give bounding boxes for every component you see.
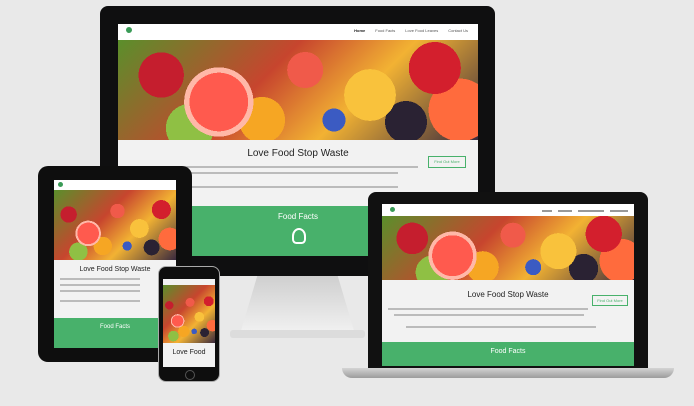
monitor-stand [240,276,355,334]
hero-image [163,285,215,343]
laptop-intro-line [406,326,596,328]
laptop-cta-button[interactable]: Find Out More [592,295,628,306]
monitor-intro-line [188,186,398,188]
laptop: Love Food Stop Waste Find Out More Food … [368,192,648,368]
laptop-screen: Love Food Stop Waste Find Out More Food … [382,204,634,366]
nav-love-food-leaves-link[interactable]: Love Food Leaves [405,28,438,33]
hero-image [382,216,634,280]
laptop-hero-title: Love Food Stop Waste [467,290,549,299]
leaf-logo-icon[interactable] [58,182,63,187]
nav-link[interactable] [578,210,604,212]
tablet-intro-line [60,290,140,292]
nav-link[interactable] [610,210,628,212]
monitor-hero-title: Love Food Stop Waste [247,148,349,159]
monitor-intro-line [178,166,418,168]
monitor-intro-line [188,172,398,174]
hero-image [118,40,478,140]
nav-food-facts-link[interactable]: Food Facts [375,28,395,33]
monitor-cta-button[interactable]: Find Out More [428,156,466,168]
tablet-intro-line [60,278,140,280]
phone-hero-title: Love Food [172,349,206,356]
phone-home-button[interactable] [185,370,195,380]
phone-screen: Love Food [163,279,215,367]
nav-link[interactable] [558,210,572,212]
nav-link[interactable] [542,210,552,212]
laptop-section-title: Food Facts [490,348,526,355]
laptop-navbar [382,204,634,216]
leaf-logo-icon[interactable] [390,207,395,212]
tablet-intro-line [60,284,140,286]
laptop-intro-line [394,314,584,316]
phone: Love Food [158,266,220,382]
nav-contact-link[interactable]: Contact Us [448,28,468,33]
hero-image [54,190,176,260]
monitor-navbar: Home Food Facts Love Food Leaves Contact… [118,24,478,40]
monitor-base [230,330,365,338]
tablet-intro-line [60,300,140,302]
tablet-navbar [54,180,176,190]
bulb-icon [292,228,306,244]
nav-home-link[interactable]: Home [354,28,365,33]
laptop-keyboard-base [342,368,674,378]
laptop-food-facts-section: Food Facts [382,342,634,366]
laptop-intro-line [388,308,588,310]
leaf-logo-icon[interactable] [126,27,132,33]
